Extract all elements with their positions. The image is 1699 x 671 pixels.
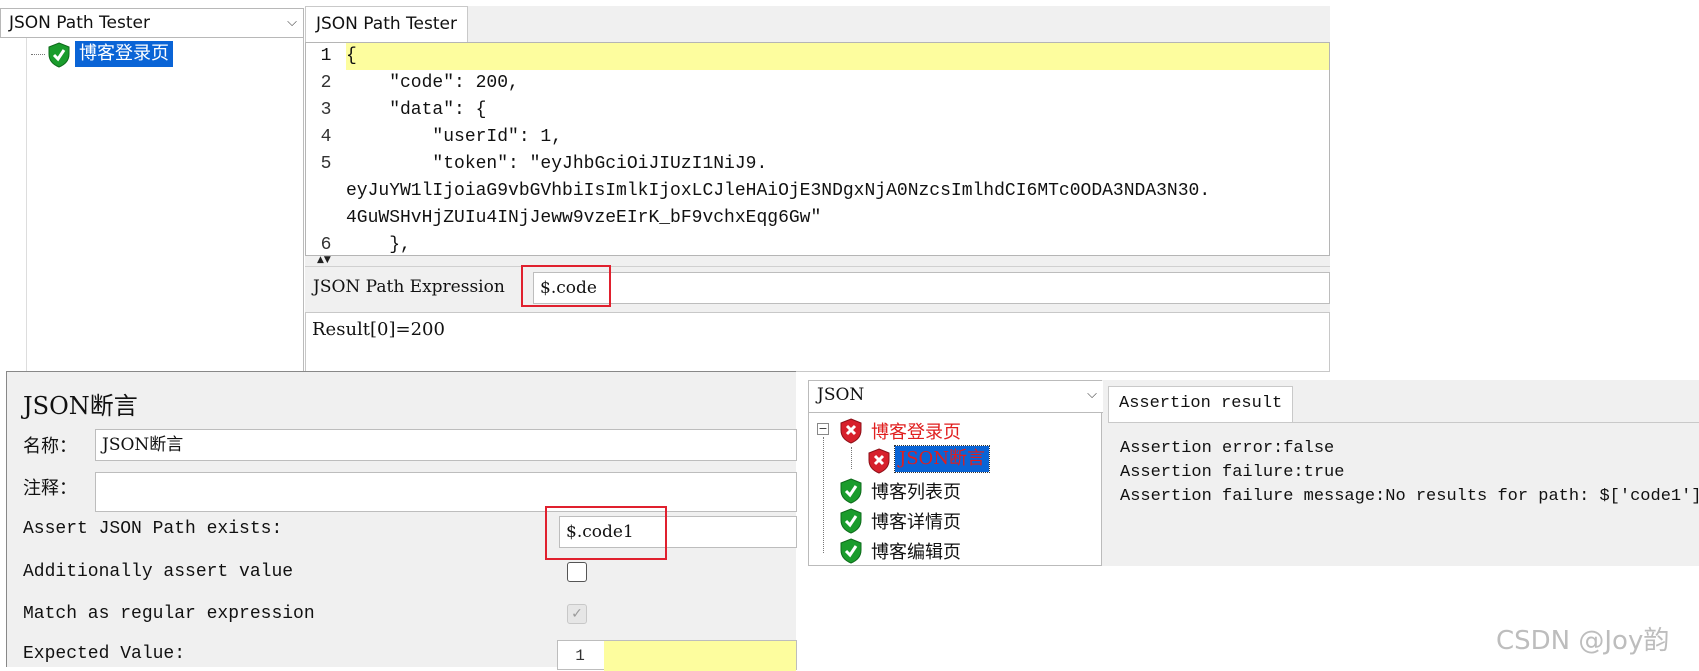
expression-row: JSON Path Expression $.code xyxy=(305,265,1330,314)
tree-item-login-page[interactable]: 博客登录页 xyxy=(75,41,173,67)
success-shield-icon xyxy=(47,42,71,68)
line-gutter: 1 2 3 4 5 6 xyxy=(306,43,346,255)
renderer-select[interactable]: JSON ⌵ xyxy=(809,381,1103,413)
results-tree-pane: JSON ⌵ − 博客登录页 JSON断言 博客列表页 博客详情页 博客编辑页 xyxy=(808,380,1103,566)
assertion-result-text: Assertion error:false Assertion failure:… xyxy=(1108,422,1699,566)
code-line: "code": 200, xyxy=(346,73,519,93)
success-shield-icon xyxy=(839,478,863,504)
chevron-down-icon: ⌵ xyxy=(1087,387,1097,402)
success-shield-icon xyxy=(839,508,863,534)
collapse-toggle-icon[interactable]: − xyxy=(817,423,829,435)
line-number: 6 xyxy=(320,235,332,255)
splitter-arrows-icon[interactable]: ▲▼ xyxy=(317,255,331,265)
code-line: "data": { xyxy=(346,100,487,120)
code-line: "token": "eyJhbGciOiJIUzI1NiJ9. xyxy=(346,154,768,174)
tab-assertion-result[interactable]: Assertion result xyxy=(1108,386,1294,422)
regex-label: Match as regular expression xyxy=(23,604,315,624)
comment-label: 注释： xyxy=(23,478,77,499)
code-line: "userId": 1, xyxy=(346,127,563,147)
line-number: 3 xyxy=(320,100,332,120)
highlight-box xyxy=(521,265,611,307)
code-line: 4GuWSHvHjZUIu4INjJeww9vzeEIrK_bF9vchxEqg… xyxy=(346,208,822,228)
assertion-failure-line: Assertion failure:true xyxy=(1120,463,1345,482)
assert-value-label: Additionally assert value xyxy=(23,562,294,582)
name-input[interactable]: JSON断言 xyxy=(95,429,797,461)
tester-main: JSON Path Tester 1 2 3 4 5 6 { "code": 2… xyxy=(305,6,1330,372)
tree-connector xyxy=(31,54,45,55)
expected-value-editor[interactable]: 1 xyxy=(557,640,797,671)
assert-value-checkbox[interactable] xyxy=(567,562,587,582)
path-label: Assert JSON Path exists: xyxy=(23,519,283,539)
response-editor[interactable]: 1 2 3 4 5 6 { "code": 200, "data": { "us… xyxy=(305,42,1330,256)
highlight-box xyxy=(545,506,667,560)
tree-row-label: JSON断言 xyxy=(893,445,991,473)
regex-checkbox[interactable]: ✓ xyxy=(567,604,587,624)
success-shield-icon xyxy=(839,538,863,564)
tree-row-label: 博客编辑页 xyxy=(871,542,961,563)
result-area: Result[0]=200 xyxy=(305,312,1330,372)
name-label: 名称： xyxy=(23,436,77,457)
line-number: 4 xyxy=(320,127,332,147)
line-number: 2 xyxy=(320,73,332,93)
code-line: { xyxy=(346,43,1329,70)
assertion-title: JSON断言 xyxy=(23,392,138,420)
line-number xyxy=(306,205,346,232)
code-line: }, xyxy=(346,235,411,255)
tree-row-label: 博客列表页 xyxy=(871,482,961,503)
code-area: { "code": 200, "data": { "userId": 1, "t… xyxy=(346,43,1329,255)
results-panel: JSON ⌵ − 博客登录页 JSON断言 博客列表页 博客详情页 博客编辑页 … xyxy=(808,380,1699,566)
tree-row-label: 博客登录页 xyxy=(871,422,961,443)
assertion-result-lines: Assertion error:false Assertion failure:… xyxy=(1120,437,1699,509)
error-shield-icon xyxy=(867,448,891,474)
tester-tree: 博客登录页 xyxy=(26,38,304,372)
line-number: 5 xyxy=(320,154,332,174)
tester-view-select-label: JSON Path Tester xyxy=(9,13,150,33)
tester-view-select[interactable]: JSON Path Tester ⌵ xyxy=(0,8,304,38)
tree-connector xyxy=(851,447,852,469)
assertion-error-line: Assertion error:false xyxy=(1120,439,1335,458)
tree-row-label: 博客详情页 xyxy=(871,512,961,533)
error-shield-icon xyxy=(839,418,863,444)
json-assertion-panel: JSON断言 名称： JSON断言 注释： Assert JSON Path e… xyxy=(6,371,797,671)
comment-input[interactable] xyxy=(95,472,797,512)
line-number: 1 xyxy=(320,46,332,66)
tree-connector xyxy=(823,437,824,553)
assertion-message-line: Assertion failure message:No results for… xyxy=(1120,487,1699,506)
json-path-tester-panel: JSON Path Tester ⌵ 博客登录页 JSON Path Teste… xyxy=(0,0,1330,372)
expected-value-label: Expected Value: xyxy=(23,644,186,664)
tab-json-path-tester[interactable]: JSON Path Tester xyxy=(305,6,468,42)
assertion-result-pane: Assertion result Assertion error:false A… xyxy=(1108,380,1699,566)
line-number xyxy=(306,178,346,205)
expression-label: JSON Path Expression xyxy=(313,277,505,297)
renderer-select-label: JSON xyxy=(817,385,865,405)
watermark: CSDN @Joy韵 xyxy=(1496,626,1670,656)
result-text: Result[0]=200 xyxy=(312,319,445,340)
code-line: eyJuYW1lIjoiaG9vbGVhbiIsImlkIjoxLCJleHAi… xyxy=(346,181,1211,201)
chevron-down-icon: ⌵ xyxy=(287,15,297,30)
expression-input[interactable]: $.code xyxy=(533,272,1330,304)
